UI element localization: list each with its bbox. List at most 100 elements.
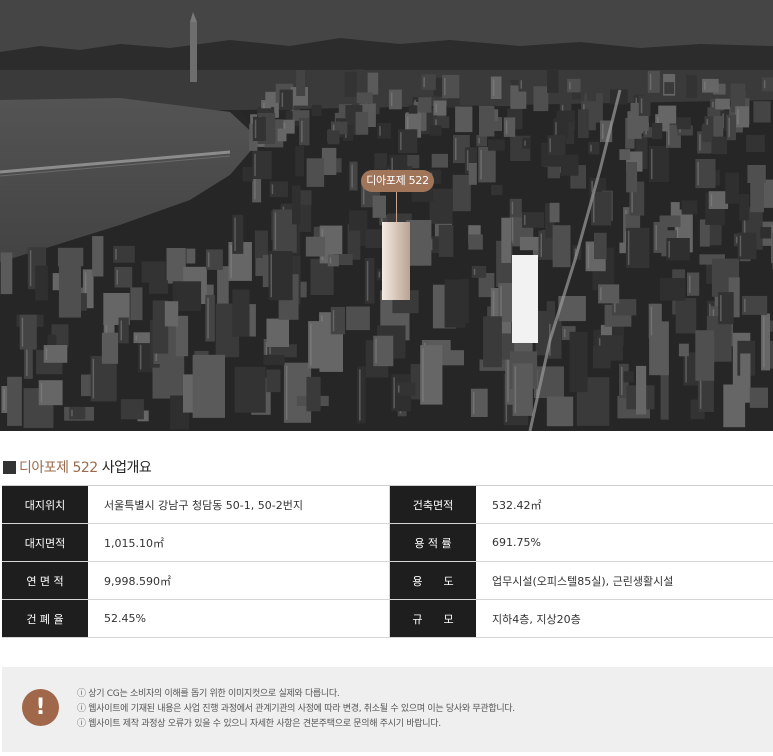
city-building-shape — [533, 86, 549, 112]
city-window-light — [271, 184, 274, 195]
city-window-light — [139, 344, 142, 370]
city-window-light — [621, 366, 623, 396]
city-building-shape — [306, 158, 325, 187]
city-building-shape — [266, 369, 281, 393]
city-building-shape — [58, 265, 81, 318]
city-window-light — [422, 348, 424, 402]
city-window-light — [444, 77, 446, 96]
city-window-light — [115, 248, 117, 260]
city-building-shape — [38, 380, 63, 406]
notice-line: ⓘ 웹사이트 제작 과정상 오류가 있을 수 있으니 자세한 사항은 견본주택으… — [77, 719, 441, 729]
city-building-shape — [295, 146, 305, 177]
city-building-shape — [372, 195, 386, 218]
city-building-shape — [444, 279, 466, 328]
table-row: 건 폐 율 52.45% 규 모 지하4층, 지상20층 — [2, 600, 773, 638]
city-window-light — [540, 233, 542, 257]
city-window-light — [514, 366, 517, 413]
city-building-shape — [503, 117, 516, 137]
city-window-light — [704, 81, 706, 90]
city-building-shape — [141, 261, 166, 283]
city-building-shape — [594, 232, 607, 260]
city-window-light — [120, 320, 122, 341]
city-window-light — [351, 164, 353, 188]
table-row: 대지위치 서울특별시 강남구 청담동 50-1, 50-2번지 건축면적 532… — [2, 486, 773, 524]
city-building-shape — [344, 71, 357, 97]
city-building-shape — [306, 376, 321, 412]
city-window-light — [478, 137, 480, 144]
city-building-shape — [452, 174, 471, 212]
city-building-shape — [546, 396, 574, 427]
table-value: 691.75% — [492, 536, 541, 549]
city-window-light — [739, 235, 742, 257]
city-building-shape — [130, 287, 143, 321]
city-window-light — [655, 225, 657, 250]
city-building-shape — [277, 128, 287, 142]
city-window-light — [400, 132, 402, 151]
city-building-shape — [438, 225, 454, 257]
city-window-light — [92, 358, 95, 399]
city-window-light — [689, 275, 691, 293]
city-building-shape — [676, 117, 691, 130]
city-window-light — [207, 297, 209, 339]
city-window-light — [500, 286, 502, 319]
city-window-light — [375, 338, 377, 364]
city-building-shape — [623, 371, 634, 383]
table-value: 532.42㎡ — [492, 498, 542, 512]
city-building-shape — [488, 139, 505, 151]
city-building-shape — [476, 134, 487, 147]
city-window-light — [720, 295, 722, 322]
city-building-shape — [455, 106, 473, 133]
city-window-light — [651, 149, 653, 179]
notice-line: ⓘ 상기 CG는 소비자의 이해를 돕기 위한 이미지컷으로 실제와 다릅니다. — [77, 689, 340, 699]
city-building-shape — [268, 251, 293, 301]
city-building-shape — [483, 316, 502, 368]
city-building-shape — [652, 123, 663, 140]
city-building-shape — [761, 313, 770, 371]
city-building-shape — [292, 185, 301, 225]
city-building-shape — [678, 343, 689, 357]
city-building-shape — [747, 165, 766, 183]
city-building-shape — [588, 141, 600, 155]
city-building-shape — [232, 214, 244, 254]
city-building-shape — [266, 318, 289, 347]
city-building-shape — [491, 184, 503, 196]
city-window-light — [549, 138, 551, 153]
city-window-light — [735, 236, 738, 244]
city-window-light — [230, 245, 232, 278]
city-window-light — [524, 140, 526, 146]
city-building-shape — [101, 332, 119, 364]
city-window-light — [274, 212, 277, 250]
city-window-light — [737, 109, 739, 125]
city-building-shape — [761, 77, 773, 92]
city-window-light — [366, 261, 369, 301]
city-building-shape — [357, 366, 366, 424]
city-window-light — [378, 271, 381, 278]
notice-box: ! ⓘ 상기 CG는 소비자의 이해를 돕기 위한 이미지컷으로 실제와 다릅니… — [2, 667, 773, 752]
city-building-shape — [739, 193, 749, 221]
city-building-shape — [234, 366, 266, 413]
city-building-shape — [687, 272, 700, 296]
city-window-light — [511, 201, 514, 215]
city-building-shape — [418, 97, 432, 113]
city-building-shape — [760, 227, 773, 239]
city-window-light — [600, 287, 602, 301]
city-building-shape — [468, 163, 477, 185]
table-value: 9,998.590㎡ — [88, 562, 390, 599]
city-building-shape — [468, 234, 483, 250]
city-window-light — [310, 324, 312, 366]
notice-lines: ⓘ 상기 CG는 소비자의 이해를 돕기 위한 이미지컷으로 실제와 다릅니다.… — [77, 687, 515, 732]
table-value: 52.45% — [88, 600, 390, 637]
city-building-shape — [501, 217, 512, 263]
city-window-light — [492, 79, 495, 96]
city-building-shape — [619, 149, 631, 160]
city-window-light — [524, 215, 526, 225]
city-window-light — [555, 122, 557, 135]
city-building-shape — [715, 98, 730, 110]
city-window-light — [207, 252, 210, 267]
city-building-shape — [746, 134, 765, 152]
city-window-light — [728, 117, 730, 138]
city-building-shape — [711, 136, 727, 155]
city-building-shape — [723, 384, 746, 428]
city-building-shape — [479, 105, 495, 137]
city-window-light — [435, 119, 437, 126]
